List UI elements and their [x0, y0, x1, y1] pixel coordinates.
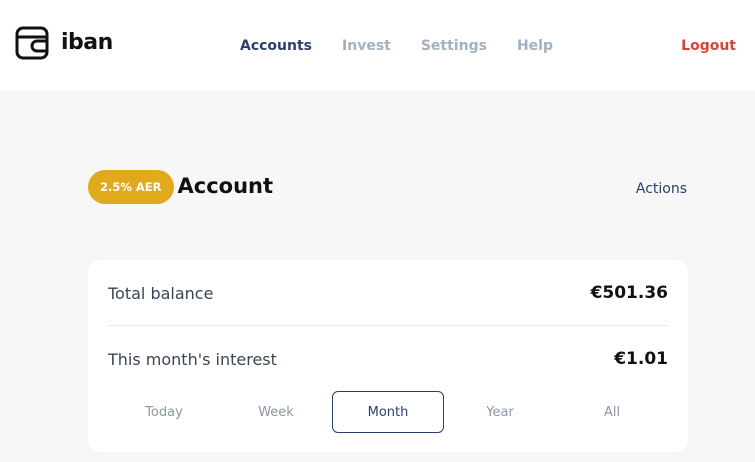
- total-balance-value: €501.36: [590, 283, 668, 303]
- period-tab-all[interactable]: All: [556, 391, 668, 433]
- monthly-interest-label: This month's interest: [108, 349, 277, 369]
- nav-item-settings[interactable]: Settings: [421, 37, 487, 55]
- top-header: iban Accounts Invest Settings Help Logou…: [0, 0, 755, 90]
- monthly-interest-row: This month's interest €1.01: [108, 346, 668, 372]
- balance-card: Total balance €501.36 This month's inter…: [88, 260, 688, 452]
- period-tab-year[interactable]: Year: [444, 391, 556, 433]
- account-title-row: 2.5% AER Account: [88, 170, 273, 204]
- monthly-interest-value: €1.01: [614, 349, 668, 369]
- total-balance-label: Total balance: [108, 283, 214, 303]
- page-title: Account: [177, 174, 274, 198]
- wallet-icon: [15, 26, 49, 60]
- brand-name: iban: [61, 30, 113, 55]
- period-selector: Today Week Month Year All: [108, 391, 668, 433]
- nav-item-accounts[interactable]: Accounts: [240, 37, 312, 55]
- nav-item-invest[interactable]: Invest: [342, 37, 391, 55]
- total-balance-row: Total balance €501.36: [108, 280, 668, 306]
- nav-item-help[interactable]: Help: [517, 37, 553, 55]
- period-tab-month[interactable]: Month: [332, 391, 444, 433]
- actions-link[interactable]: Actions: [636, 180, 687, 198]
- period-tab-today[interactable]: Today: [108, 391, 220, 433]
- logout-link[interactable]: Logout: [681, 37, 736, 55]
- brand-logo[interactable]: iban: [15, 26, 113, 60]
- divider: [108, 325, 668, 326]
- main-nav: Accounts Invest Settings Help: [240, 37, 583, 55]
- period-tab-week[interactable]: Week: [220, 391, 332, 433]
- aer-rate-badge: 2.5% AER: [88, 170, 174, 204]
